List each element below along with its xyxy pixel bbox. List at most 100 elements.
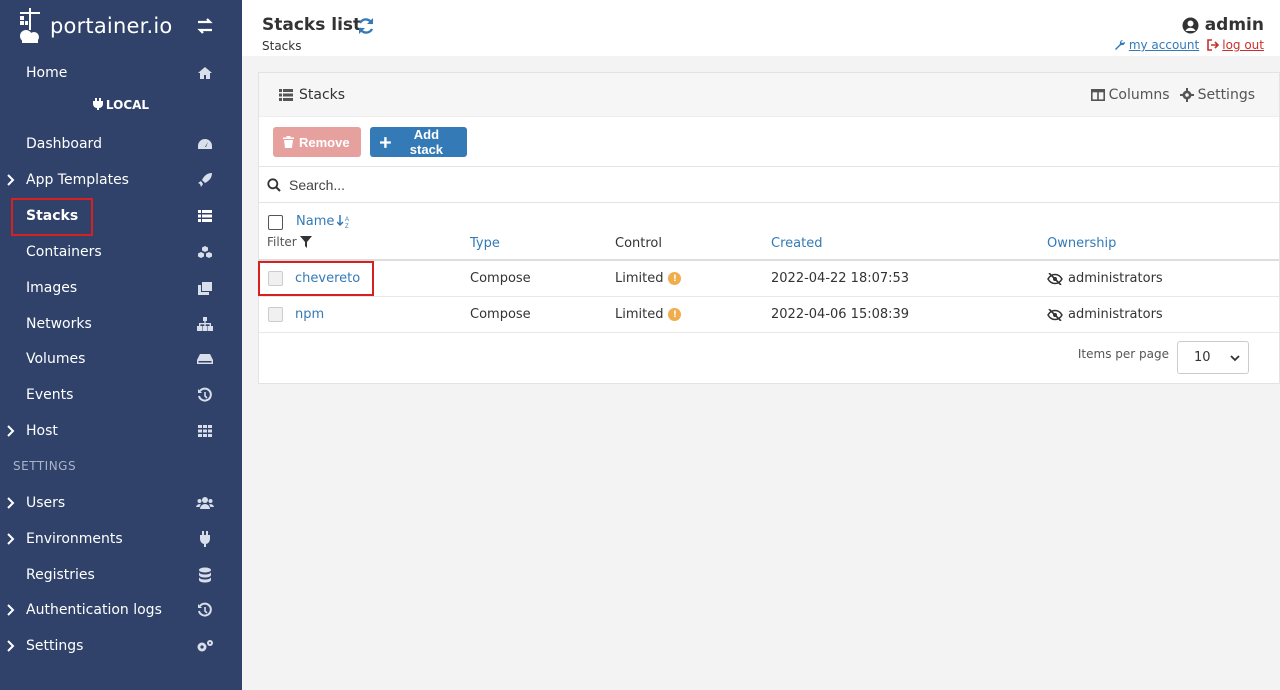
sidebar-item-home[interactable]: Home: [0, 56, 242, 90]
sidebar-item-label: Images: [26, 280, 78, 296]
filter-control[interactable]: Filter: [267, 235, 312, 249]
sidebar-item-stacks[interactable]: Stacks: [0, 199, 242, 233]
stack-type: Compose: [470, 271, 531, 286]
remove-button[interactable]: Remove: [273, 127, 361, 157]
column-type-header[interactable]: Type: [470, 236, 500, 251]
search-bar: [259, 167, 1279, 203]
sidebar-toggle-icon[interactable]: [194, 16, 216, 36]
sidebar-item-label: Stacks: [26, 208, 79, 224]
sidebar-item-volumes[interactable]: Volumes: [0, 342, 242, 376]
sidebar-item-label: Events: [26, 387, 74, 403]
svg-text:A: A: [345, 217, 349, 223]
sidebar-item-label: Settings: [26, 638, 84, 654]
stack-type: Compose: [470, 307, 531, 322]
page-title: Stacks list: [262, 15, 362, 35]
breadcrumb: Stacks: [262, 39, 302, 53]
widget-actions: Columns Settings: [1090, 87, 1255, 103]
plus-icon: [380, 136, 391, 148]
column-name-header[interactable]: Name AZ: [296, 214, 351, 229]
columns-icon: [1090, 89, 1105, 101]
column-created-header[interactable]: Created: [771, 236, 822, 251]
rocket-icon: [196, 171, 214, 189]
chevron-right-icon: [7, 497, 15, 509]
cubes-icon: [196, 243, 214, 261]
clone-icon: [196, 279, 214, 297]
history-icon: [196, 386, 214, 404]
brand[interactable]: portainer.io: [0, 0, 242, 52]
items-per-page-select[interactable]: 10: [1177, 341, 1249, 374]
gear-icon: [1179, 88, 1194, 102]
cogs-icon: [196, 637, 214, 655]
table-row: npm Compose Limited ! 2022-04-06 15:08:3…: [259, 297, 1279, 333]
sidebar-item-label: Containers: [26, 244, 102, 260]
chevron-right-icon: [7, 174, 15, 186]
items-per-page-label: Items per page: [1077, 347, 1169, 361]
sidebar-item-images[interactable]: Images: [0, 271, 242, 305]
stack-created: 2022-04-06 15:08:39: [771, 307, 910, 322]
exclamation-circle-icon: !: [668, 308, 682, 321]
stack-name-link[interactable]: chevereto: [295, 271, 360, 286]
stacks-widget: Stacks Columns Settings Remove Add stack: [258, 72, 1280, 384]
chevron-right-icon: [7, 425, 15, 437]
sidebar-item-host[interactable]: Host: [0, 414, 242, 448]
sidebar-item-registries[interactable]: Registries: [0, 558, 242, 592]
sidebar-item-label: Host: [26, 423, 58, 439]
sidebar: portainer.io Home LOCAL Dashboard App Te…: [0, 0, 242, 690]
user-name: admin: [1114, 15, 1264, 35]
search-input[interactable]: [289, 173, 989, 197]
wrench-icon: [1114, 39, 1125, 50]
column-control-header: Control: [615, 236, 662, 251]
stack-ownership: administrators: [1047, 307, 1163, 322]
my-account-link[interactable]: my account: [1114, 38, 1199, 52]
sidebar-item-environments[interactable]: Environments: [0, 522, 242, 556]
chevron-down-icon: [1230, 355, 1240, 362]
sidebar-item-label: Authentication logs: [26, 602, 162, 618]
sidebar-item-label: Networks: [26, 316, 92, 332]
sidebar-item-authentication-logs[interactable]: Authentication logs: [0, 593, 242, 627]
settings-section-label: SETTINGS: [13, 459, 77, 473]
select-all-checkbox[interactable]: [268, 215, 283, 230]
settings-button[interactable]: Settings: [1179, 87, 1255, 103]
sitemap-icon: [196, 315, 214, 333]
brand-name: portainer.io: [50, 14, 173, 38]
row-checkbox[interactable]: [268, 307, 283, 322]
sidebar-item-settings[interactable]: Settings: [0, 629, 242, 663]
th-icon: [196, 422, 214, 440]
dashboard-icon: [196, 135, 214, 153]
users-icon: [196, 494, 214, 512]
chevron-right-icon: [7, 640, 15, 652]
sign-out-icon: [1207, 39, 1220, 51]
sidebar-item-label: Environments: [26, 531, 123, 547]
columns-button[interactable]: Columns: [1090, 87, 1170, 103]
sidebar-item-app-templates[interactable]: App Templates: [0, 163, 242, 197]
sidebar-item-label: App Templates: [26, 172, 129, 188]
widget-header: Stacks Columns Settings: [259, 73, 1279, 117]
user-links: my account log out: [1114, 38, 1264, 52]
sidebar-item-events[interactable]: Events: [0, 378, 242, 412]
sort-alpha-icon: AZ: [337, 215, 349, 228]
refresh-icon[interactable]: [356, 16, 376, 36]
column-ownership-header[interactable]: Ownership: [1047, 236, 1116, 251]
user-area: admin my account log out: [1114, 15, 1264, 52]
stack-name-link[interactable]: npm: [295, 307, 324, 322]
plug-icon: [92, 98, 103, 110]
row-checkbox[interactable]: [268, 271, 283, 286]
history-icon: [196, 601, 214, 619]
sidebar-item-dashboard[interactable]: Dashboard: [0, 127, 242, 161]
pagination-bar: Items per page 10: [259, 333, 1279, 383]
log-out-link[interactable]: log out: [1207, 38, 1264, 52]
stack-control: Limited !: [615, 271, 682, 286]
add-stack-button[interactable]: Add stack: [370, 127, 467, 157]
sidebar-item-containers[interactable]: Containers: [0, 235, 242, 269]
table-header: Name AZ Filter Type Control Created Owne…: [259, 203, 1279, 261]
stack-control: Limited !: [615, 307, 682, 322]
chevron-right-icon: [7, 533, 15, 545]
stack-created: 2022-04-22 18:07:53: [771, 271, 910, 286]
eye-slash-icon: [1047, 308, 1063, 321]
sidebar-item-users[interactable]: Users: [0, 486, 242, 520]
sidebar-item-label: Volumes: [26, 351, 86, 367]
stack-ownership: administrators: [1047, 271, 1163, 286]
sidebar-item-networks[interactable]: Networks: [0, 307, 242, 341]
database-icon: [196, 566, 214, 584]
sidebar-item-label: Users: [26, 495, 66, 511]
